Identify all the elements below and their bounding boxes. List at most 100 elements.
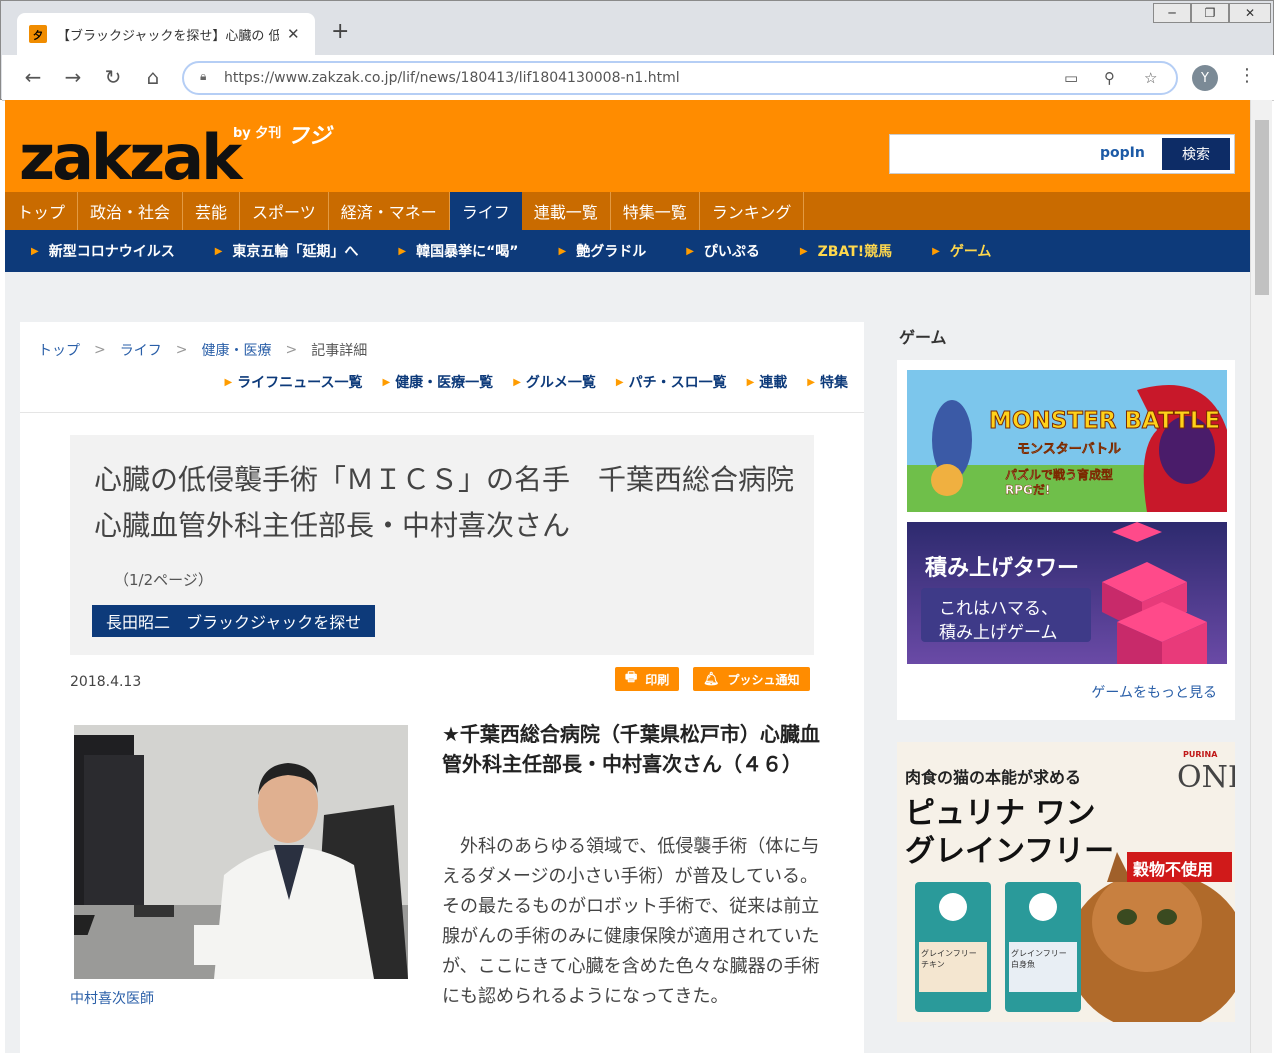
ad-banner[interactable]: PURINA ONE 肉食の猫の本能が求める ピュリナ ワン グレインフリー 穀… (897, 742, 1235, 1022)
sub-nav-item[interactable]: ▶ 艶グラドル (559, 241, 647, 261)
main-nav-item[interactable]: ライフ (449, 192, 522, 230)
search-button[interactable]: 検索 (1162, 138, 1230, 170)
category-link-label: パチ・スロ一覧 (628, 375, 727, 391)
push-notify-button[interactable]: 🔔︎ プッシュ通知 (693, 667, 810, 691)
category-link[interactable]: ▶ 健康・医療一覧 (382, 372, 493, 392)
game-box: MONSTER BATTLE モンスターバトル パズルで戦う育成型RPGだ! 積… (897, 360, 1235, 720)
page-number: （1/2ページ） (114, 571, 213, 589)
article-date: 2018.4.13 (70, 674, 142, 690)
zoom-icon[interactable]: ⚲ (1104, 69, 1115, 87)
breadcrumb-item[interactable]: ライフ (120, 340, 162, 360)
search-input[interactable] (894, 139, 1094, 169)
category-link-label: 特集 (820, 375, 848, 391)
sub-nav-label: ZBAT!競馬 (817, 244, 893, 260)
sidebar-title: ゲーム (899, 328, 947, 347)
profile-avatar[interactable]: Y (1192, 65, 1218, 91)
series-link[interactable]: 長田昭二 ブラックジャックを探せ (92, 605, 376, 637)
main-nav-item[interactable]: 芸能 (183, 192, 241, 230)
breadcrumb-item[interactable]: トップ (38, 340, 80, 360)
main-nav-item[interactable]: 連載一覧 (522, 192, 611, 230)
game1-tag: パズルで戦う育成型RPGだ! (1005, 468, 1114, 497)
forward-icon[interactable]: → (60, 65, 86, 89)
bell-icon: 🔔︎ (703, 671, 720, 687)
article-title: 心臓の低侵襲手術「ＭＩＣＳ」の名手 千葉西総合病院 心臓血管外科主任部長・中村喜… (94, 463, 823, 542)
sub-nav-item[interactable]: ▶ 新型コロナウイルス (31, 241, 175, 261)
browser-menu-icon[interactable]: ⋮ (1238, 65, 1256, 86)
close-window-icon[interactable]: ✕ (1229, 3, 1271, 23)
popin-logo: popIn (1100, 145, 1145, 161)
arrow-right-icon: ▶ (224, 376, 233, 388)
back-icon[interactable]: ← (20, 65, 46, 89)
ad-title-2: グレインフリー (905, 834, 1115, 869)
category-link-label: 健康・医療一覧 (395, 375, 494, 391)
ad-brand: PURINA (1183, 750, 1218, 759)
category-link[interactable]: ▶ パチ・スロ一覧 (616, 372, 727, 392)
game-banner-tower[interactable]: 積み上げタワー これはハマる、 積み上げゲーム (907, 522, 1227, 664)
main-nav-item[interactable]: ランキング (700, 192, 805, 230)
category-link-label: 連載 (759, 375, 788, 391)
main-nav-item[interactable]: 経済・マネー (329, 192, 450, 230)
category-links: ▶ ライフニュース一覧 ▶ 健康・医療一覧 ▶ グルメ一覧 ▶ パチ・スロ一覧 ▶ 連載 ▶ 特集 (20, 372, 848, 392)
home-icon[interactable]: ⌂ (140, 65, 166, 89)
game2-title: 積み上げタワー (925, 556, 1080, 581)
chevron-right-icon: > (285, 342, 298, 358)
game-banner-monster-battle[interactable]: MONSTER BATTLE モンスターバトル パズルで戦う育成型RPGだ! (907, 370, 1227, 512)
sub-nav-item[interactable]: ▶ ZBAT!競馬 (800, 241, 892, 261)
main-nav-item[interactable]: スポーツ (240, 192, 329, 230)
print-button[interactable]: 🖶︎ 印刷 (615, 667, 680, 691)
tab-title: 【ブラックジャックを探せ】心臓の 低侵襲 (57, 28, 279, 44)
breadcrumb: トップ > ライフ > 健康・医療 > 記事詳細 (38, 340, 367, 360)
scrollbar-thumb[interactable] (1255, 120, 1269, 295)
sub-nav-label: 艶グラドル (576, 244, 647, 260)
logo-by-text: by 夕刊 (233, 126, 282, 141)
site-header: zakzak by 夕刊 フジ popIn 検索 (5, 100, 1250, 192)
arrow-right-icon: ▶ (615, 376, 624, 388)
arrow-right-icon: ▶ (799, 245, 808, 257)
site-logo[interactable]: zakzak (19, 127, 242, 189)
category-link[interactable]: ▶ 特集 (807, 372, 848, 392)
category-link[interactable]: ▶ 連載 (747, 372, 788, 392)
chevron-right-icon: > (175, 342, 188, 358)
reload-icon[interactable]: ↻ (100, 65, 126, 89)
web-page: zakzak by 夕刊 フジ popIn 検索 トップ 政治・社会 芸能 スポーツ経… (5, 100, 1250, 1053)
doctor-photo (74, 725, 408, 979)
ad-bag2-label: グレインフリー 白身魚 (1011, 949, 1067, 969)
close-tab-icon[interactable]: ✕ (287, 25, 300, 43)
browser-toolbar: ← → ↻ ⌂ 🔒︎ https://www.zakzak.co.jp/lif/… (2, 55, 1274, 101)
url-text[interactable]: https://www.zakzak.co.jp/lif/news/180413… (224, 70, 680, 86)
sub-nav-item[interactable]: ▶ 韓国暴挙に“喝” (398, 241, 518, 261)
sub-nav-item[interactable]: ▶ ゲーム (932, 241, 991, 261)
more-games-link[interactable]: ゲームをもっと見る (897, 682, 1217, 702)
maximize-icon[interactable]: ❐ (1191, 3, 1229, 23)
minimize-icon[interactable]: ─ (1153, 3, 1191, 23)
ad-badge: 穀物不使用 (1133, 860, 1214, 879)
print-label: 印刷 (645, 672, 670, 687)
site-favicon-icon: 夕 (29, 25, 47, 43)
category-link[interactable]: ▶ グルメ一覧 (513, 372, 596, 392)
lock-icon[interactable]: 🔒︎ (200, 69, 206, 84)
push-label: プッシュ通知 (727, 672, 800, 687)
arrow-right-icon: ▶ (746, 376, 755, 388)
ad-bag1-label: グレインフリー チキン (921, 949, 977, 969)
main-nav-item[interactable]: 特集一覧 (611, 192, 700, 230)
category-link[interactable]: ▶ ライフニュース一覧 (224, 372, 362, 392)
game1-title: MONSTER BATTLE (988, 408, 1221, 435)
article-body: 外科のあらゆる領域で、低侵襲手術（体に与えるダメージの小さい手術）が普及している… (442, 836, 820, 1007)
game1-sub: モンスターバトル (1017, 442, 1122, 458)
address-bar[interactable]: 🔒︎ https://www.zakzak.co.jp/lif/news/180… (182, 61, 1178, 95)
arrow-right-icon: ▶ (932, 245, 940, 257)
cast-icon[interactable]: ▭ (1064, 69, 1078, 87)
browser-tab[interactable]: 夕 【ブラックジャックを探せ】心臓の 低侵襲 ✕ (17, 13, 315, 55)
sub-nav-item[interactable]: ▶ 東京五輪「延期」へ (215, 241, 359, 261)
site-search: popIn 検索 (889, 134, 1235, 174)
sub-nav-item[interactable]: ▶ ぴいぷる (686, 241, 760, 261)
new-tab-icon[interactable]: + (331, 19, 349, 44)
main-nav-item[interactable]: 政治・社会 (78, 192, 184, 230)
main-nav-item[interactable]: トップ (5, 192, 79, 230)
arrow-right-icon: ▶ (807, 376, 815, 388)
breadcrumb-item[interactable]: 健康・医療 (201, 340, 271, 360)
page-scrollbar[interactable] (1250, 100, 1272, 1053)
bookmark-star-icon[interactable]: ☆ (1144, 69, 1157, 87)
divider (20, 412, 864, 413)
arrow-right-icon: ▶ (398, 245, 407, 257)
